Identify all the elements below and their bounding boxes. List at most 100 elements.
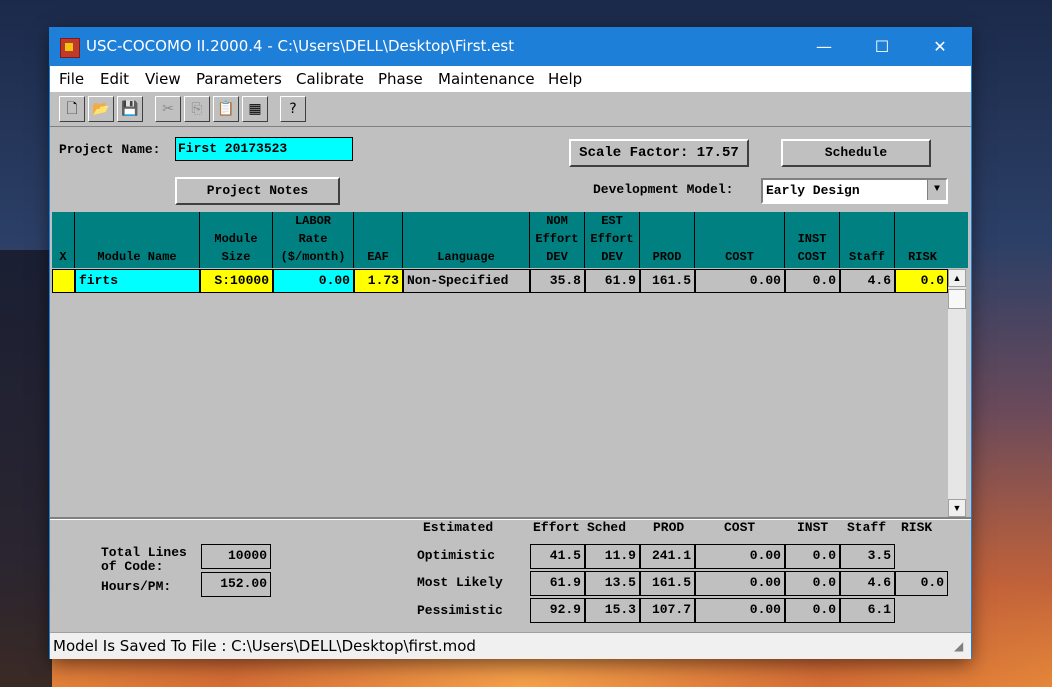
most-likely-risk: 0.0 <box>895 571 948 596</box>
new-file-icon[interactable]: 🗋 <box>59 96 85 122</box>
open-file-icon[interactable]: 📂 <box>88 96 114 122</box>
est-effort-cell: 61.9 <box>585 269 640 293</box>
summary-col-sched: Sched <box>587 520 627 535</box>
title-bar[interactable]: USC-COCOMO II.2000.4 - C:\Users\DELL\Des… <box>50 28 971 66</box>
staff-cell: 4.6 <box>840 269 895 293</box>
summary-col-effort: Effort <box>533 520 580 535</box>
menu-help[interactable]: Help <box>548 70 582 88</box>
menu-phase[interactable]: Phase <box>378 70 423 88</box>
optimistic-inst: 0.0 <box>785 544 840 569</box>
module-table-body[interactable] <box>52 294 948 516</box>
cocomo-window: USC-COCOMO II.2000.4 - C:\Users\DELL\Des… <box>50 28 971 659</box>
app-icon <box>60 38 80 58</box>
toolbar: 🗋 📂 💾 ✂ ⎘ 📋 ▦ ? <box>50 92 971 127</box>
menu-bar: File Edit View Parameters Calibrate Phas… <box>50 66 971 92</box>
col-risk[interactable]: RISK <box>895 212 950 268</box>
optimistic-label: Optimistic <box>417 548 496 563</box>
development-model-value: Early Design <box>766 183 860 198</box>
summary-col-cost: COST <box>724 520 756 535</box>
summary-col-prod: PROD <box>653 520 685 535</box>
pessimistic-cost: 0.00 <box>695 598 785 623</box>
scroll-down-icon[interactable]: ▼ <box>948 499 966 517</box>
pessimistic-sched: 15.3 <box>585 598 640 623</box>
cost-cell: 0.00 <box>695 269 785 293</box>
scale-factor-button[interactable]: Scale Factor: 17.57 <box>569 139 749 167</box>
optimistic-prod: 241.1 <box>640 544 695 569</box>
most-likely-staff: 4.6 <box>840 571 895 596</box>
chevron-down-icon[interactable]: ▼ <box>927 180 946 200</box>
resize-grip-icon[interactable]: ◢ <box>954 639 963 653</box>
scroll-thumb[interactable] <box>948 289 966 309</box>
minimize-button[interactable]: — <box>795 28 853 66</box>
window-title: USC-COCOMO II.2000.4 - C:\Users\DELL\Des… <box>86 37 515 55</box>
summary-col-inst: INST <box>797 520 829 535</box>
project-name-label: Project Name: <box>59 142 161 157</box>
col-language[interactable]: Language <box>403 212 530 268</box>
cut-icon[interactable]: ✂ <box>155 96 181 122</box>
optimistic-effort: 41.5 <box>530 544 585 569</box>
optimistic-sched: 11.9 <box>585 544 640 569</box>
save-icon[interactable]: 💾 <box>117 96 143 122</box>
risk-cell[interactable]: 0.0 <box>895 269 948 293</box>
project-notes-button[interactable]: Project Notes <box>175 177 340 205</box>
nom-effort-cell: 35.8 <box>530 269 585 293</box>
hours-pm-label: Hours/PM: <box>101 579 172 594</box>
col-labor-rate[interactable]: LABOR Rate ($/month) <box>273 212 354 268</box>
maximize-button[interactable]: ☐ <box>853 28 911 66</box>
estimate-icon[interactable]: ▦ <box>242 96 268 122</box>
status-bar: Model Is Saved To File : C:\Users\DELL\D… <box>50 632 971 659</box>
menu-maintenance[interactable]: Maintenance <box>438 70 535 88</box>
col-inst-cost[interactable]: INST COST <box>785 212 840 268</box>
col-prod[interactable]: PROD <box>640 212 695 268</box>
col-module-name[interactable]: Module Name <box>75 212 200 268</box>
pessimistic-inst: 0.0 <box>785 598 840 623</box>
most-likely-label: Most Likely <box>417 575 503 590</box>
development-model-label: Development Model: <box>593 182 734 197</box>
module-size-cell[interactable]: S:10000 <box>200 269 273 293</box>
help-icon[interactable]: ? <box>280 96 306 122</box>
pessimistic-effort: 92.9 <box>530 598 585 623</box>
labor-rate-cell[interactable]: 0.00 <box>273 269 354 293</box>
menu-file[interactable]: File <box>59 70 84 88</box>
col-staff[interactable]: Staff <box>840 212 895 268</box>
summary-col-staff: Staff <box>847 520 887 535</box>
col-x[interactable]: X <box>52 212 75 268</box>
total-lines-label: Total Lines of Code: <box>101 545 187 574</box>
development-model-select[interactable]: Early Design ▼ <box>761 178 948 204</box>
status-text: Model Is Saved To File : C:\Users\DELL\D… <box>53 637 476 655</box>
optimistic-staff: 3.5 <box>840 544 895 569</box>
pessimistic-label: Pessimistic <box>417 603 503 618</box>
module-name-cell[interactable]: firts <box>75 269 200 293</box>
paste-icon[interactable]: 📋 <box>213 96 239 122</box>
most-likely-sched: 13.5 <box>585 571 640 596</box>
summary-col-risk: RISK <box>901 520 933 535</box>
language-cell[interactable]: Non-Specified <box>403 269 530 293</box>
most-likely-prod: 161.5 <box>640 571 695 596</box>
project-name-input[interactable]: First 20173523 <box>175 137 353 161</box>
scroll-up-icon[interactable]: ▲ <box>948 269 966 287</box>
col-module-size[interactable]: Module Size <box>200 212 273 268</box>
row-x-cell[interactable] <box>52 269 75 293</box>
optimistic-cost: 0.00 <box>695 544 785 569</box>
menu-view[interactable]: View <box>145 70 181 88</box>
col-cost[interactable]: COST <box>695 212 785 268</box>
total-lines-value: 10000 <box>201 544 271 569</box>
hours-pm-value: 152.00 <box>201 572 271 597</box>
table-scrollbar[interactable]: ▲ ▼ <box>948 269 966 517</box>
schedule-button[interactable]: Schedule <box>781 139 931 167</box>
most-likely-inst: 0.0 <box>785 571 840 596</box>
prod-cell: 161.5 <box>640 269 695 293</box>
menu-parameters[interactable]: Parameters <box>196 70 282 88</box>
eaf-cell[interactable]: 1.73 <box>354 269 403 293</box>
summary-col-estimated: Estimated <box>423 520 494 535</box>
col-eaf[interactable]: EAF <box>354 212 403 268</box>
col-est-effort[interactable]: EST Effort DEV <box>585 212 640 268</box>
most-likely-cost: 0.00 <box>695 571 785 596</box>
copy-icon[interactable]: ⎘ <box>184 96 210 122</box>
module-table-header: X Module Name Module Size LABOR Rate ($/… <box>52 212 968 268</box>
col-nom-effort[interactable]: NOM Effort DEV <box>530 212 585 268</box>
menu-edit[interactable]: Edit <box>100 70 129 88</box>
close-button[interactable]: ✕ <box>911 28 969 66</box>
menu-calibrate[interactable]: Calibrate <box>296 70 364 88</box>
divider <box>50 517 971 520</box>
